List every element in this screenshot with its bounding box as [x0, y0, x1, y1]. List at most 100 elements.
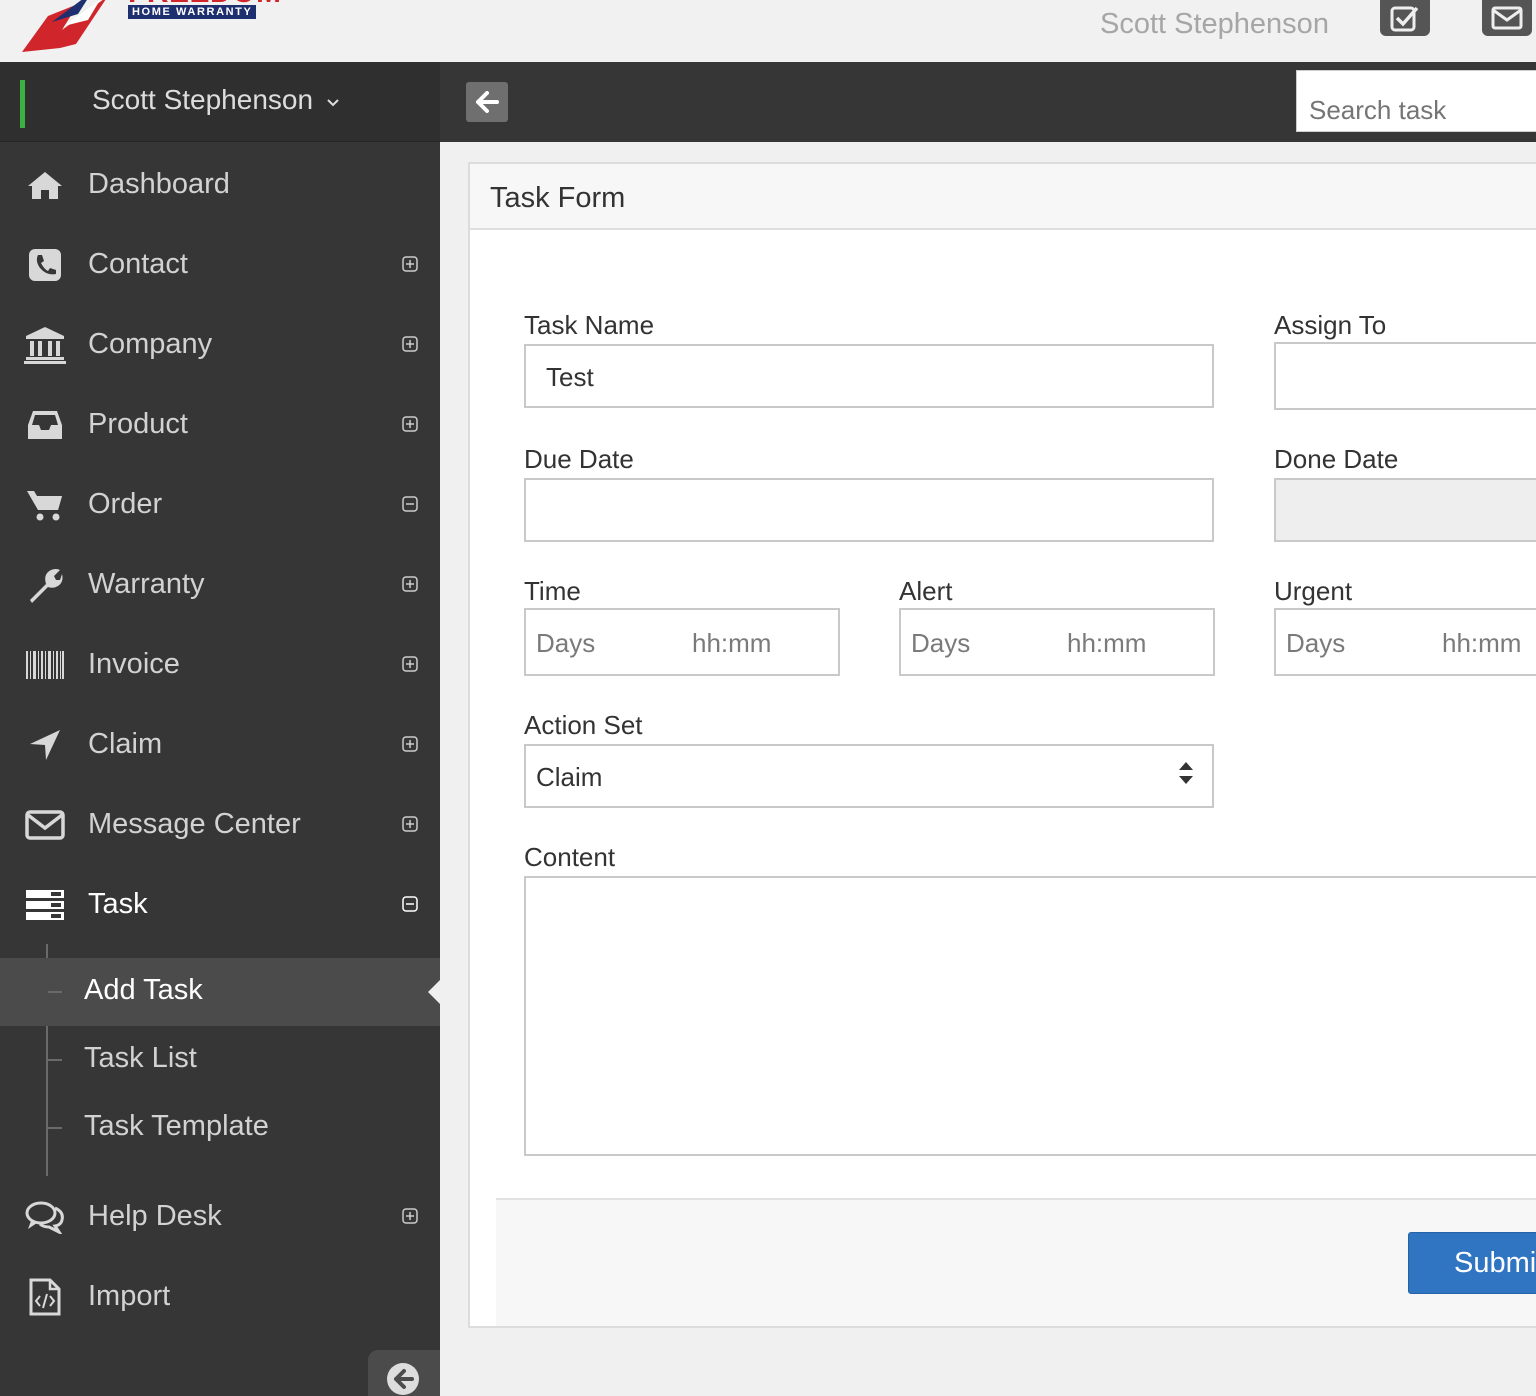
home-icon [24, 166, 66, 204]
sidebar-item-label: Help Desk [88, 1200, 222, 1232]
sidebar-item-label: Order [88, 488, 163, 520]
urgent-hhmm-placeholder: hh:mm [1442, 628, 1522, 658]
sidebar-subitem-task-list[interactable]: Task List [0, 1026, 440, 1094]
envelope-icon[interactable] [1482, 0, 1532, 36]
alert-input[interactable]: Days hh:mm [899, 608, 1215, 676]
expand-plus-icon[interactable] [402, 576, 418, 592]
urgent-label: Urgent [1274, 576, 1353, 606]
tree-connector [48, 1127, 62, 1129]
time-label: Time [524, 576, 581, 606]
sidebar-subitem-label: Task Template [84, 1110, 269, 1142]
logo-mark-icon [22, 0, 106, 52]
content-label: Content [524, 842, 616, 872]
sidebar-toggle-button[interactable] [466, 82, 508, 122]
user-menu[interactable]: Scott Stephenson [0, 62, 440, 142]
envelope-icon [24, 806, 66, 844]
arrow-circle-left-icon [387, 1363, 419, 1395]
freedom-logo[interactable]: FREEDOM HOME WARRANTY [18, 0, 281, 56]
sidebar-item-label: Invoice [88, 648, 180, 680]
cart-icon [24, 486, 66, 524]
alert-days-placeholder: Days [911, 628, 971, 658]
sidebar-item-dashboard[interactable]: Dashboard [0, 144, 440, 224]
task-name-label: Task Name [524, 310, 655, 340]
user-menu-name[interactable]: Scott Stephenson [92, 84, 313, 116]
expand-plus-icon[interactable] [402, 736, 418, 752]
expand-plus-icon[interactable] [402, 656, 418, 672]
time-input[interactable]: Days hh:mm [524, 608, 840, 676]
arrow-left-icon [476, 91, 499, 113]
expand-plus-icon[interactable] [402, 256, 418, 272]
sidebar-item-import[interactable]: Import [0, 1256, 440, 1336]
task-name-input[interactable]: Test [524, 344, 1214, 408]
sidebar-item-contact[interactable]: Contact [0, 224, 440, 304]
expand-plus-icon[interactable] [402, 1208, 418, 1224]
assign-to-label: Assign To [1274, 310, 1387, 340]
alert-hhmm-placeholder: hh:mm [1067, 628, 1147, 658]
code-file-icon [24, 1278, 66, 1316]
sidebar-item-help-desk[interactable]: Help Desk [0, 1176, 440, 1256]
page-title: Task Form [490, 182, 626, 214]
sidebar-item-company[interactable]: Company [0, 304, 440, 384]
urgent-input[interactable]: Days hh:mm [1274, 608, 1536, 676]
action-set-label: Action Set [524, 710, 643, 740]
sidebar-item-claim[interactable]: Claim [0, 704, 440, 784]
sidebar-item-order[interactable]: Order [0, 464, 440, 544]
logo-subtext: HOME WARRANTY [128, 5, 257, 19]
sidebar-item-label: Import [88, 1280, 171, 1312]
bank-icon [24, 326, 66, 364]
submit-button[interactable]: Submit [1408, 1232, 1536, 1294]
navbar: Scott Stephenson [0, 62, 1536, 142]
barcode-icon [24, 646, 66, 684]
sidebar-item-task[interactable]: Task [0, 864, 440, 944]
expand-plus-icon[interactable] [402, 816, 418, 832]
tree-connector [48, 1059, 62, 1061]
sidebar-item-label: Company [88, 328, 213, 360]
sidebar-item-label: Warranty [88, 568, 205, 600]
sidebar-collapse-button[interactable] [368, 1350, 440, 1396]
active-indicator [428, 980, 440, 1004]
collapse-minus-icon[interactable] [402, 896, 418, 912]
alert-label: Alert [899, 576, 953, 606]
header-user-name[interactable]: Scott Stephenson [1100, 8, 1329, 41]
sidebar-item-label: Claim [88, 728, 163, 760]
sidebar-subitem-task-template[interactable]: Task Template [0, 1094, 440, 1162]
sidebar-item-label: Message Center [88, 808, 301, 840]
sidebar-item-label: Dashboard [88, 168, 230, 200]
tasks-icon [24, 886, 66, 924]
form-footer [496, 1198, 1536, 1326]
content-textarea[interactable] [524, 876, 1536, 1156]
action-set-value: Claim [536, 762, 603, 792]
collapse-minus-icon[interactable] [402, 496, 418, 512]
status-indicator [20, 80, 25, 128]
time-hhmm-placeholder: hh:mm [692, 628, 772, 658]
chat-icon [24, 1198, 66, 1236]
search-input[interactable] [1296, 70, 1536, 132]
top-header: FREEDOM HOME WARRANTY Scott Stephenson [0, 0, 1536, 62]
sidebar-item-label: Contact [88, 248, 188, 280]
assign-to-input[interactable] [1274, 342, 1536, 410]
tree-connector [48, 991, 62, 993]
checkbox-icon[interactable] [1380, 0, 1430, 36]
sidebar-item-invoice[interactable]: Invoice [0, 624, 440, 704]
sidebar-item-label: Task [88, 888, 148, 920]
task-form-panel: Task Form Task Name Test Assign To Due D… [468, 162, 1536, 1328]
sidebar-item-message-center[interactable]: Message Center [0, 784, 440, 864]
sidebar-item-product[interactable]: Product [0, 384, 440, 464]
expand-plus-icon[interactable] [402, 336, 418, 352]
sidebar-item-label: Product [88, 408, 188, 440]
sidebar-subitem-add-task[interactable]: Add Task [0, 958, 440, 1026]
due-date-label: Due Date [524, 444, 634, 474]
done-date-input [1274, 478, 1536, 542]
due-date-input[interactable] [524, 478, 1214, 542]
action-set-select[interactable]: Claim [524, 744, 1214, 808]
wrench-icon [24, 566, 66, 604]
sidebar-subitem-label: Task List [84, 1042, 197, 1074]
task-name-value: Test [546, 362, 594, 392]
expand-plus-icon[interactable] [402, 416, 418, 432]
sidebar: Dashboard Contact Company Product Order [0, 142, 440, 1396]
sidebar-item-warranty[interactable]: Warranty [0, 544, 440, 624]
panel-header: Task Form [470, 164, 1536, 230]
done-date-label: Done Date [1274, 444, 1399, 474]
chevron-down-icon[interactable] [326, 98, 340, 108]
location-arrow-icon [24, 726, 66, 764]
